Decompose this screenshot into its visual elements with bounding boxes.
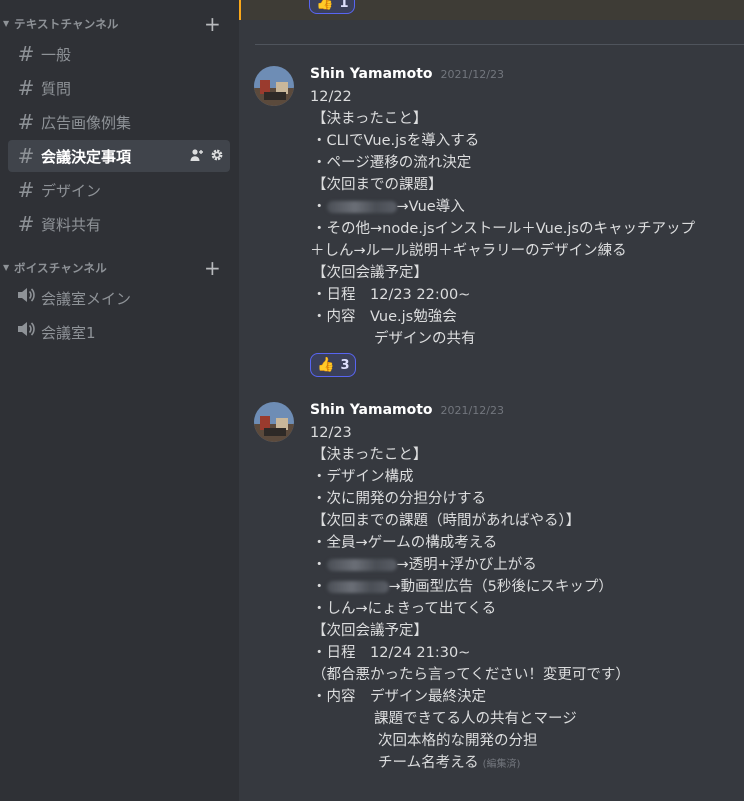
chevron-down-icon: ▼	[3, 263, 10, 272]
message-line: 【決まったこと】	[312, 111, 428, 127]
reaction-thumbs-up[interactable]: 👍 1	[309, 0, 356, 14]
message-line: 12/23	[310, 425, 352, 441]
message-line: ・しん→にょきって出てくる	[312, 601, 497, 617]
avatar[interactable]	[254, 66, 294, 106]
message-line: ・ →動画型広告（5秒後にスキップ）	[312, 579, 613, 595]
invite-member-icon[interactable]	[190, 148, 204, 162]
message-line: デザインの共有	[374, 331, 476, 347]
add-text-channel-icon[interactable]: +	[204, 14, 221, 34]
hash-icon: #	[17, 212, 35, 236]
message-header: Shin Yamamoto 2021/12/23	[310, 66, 504, 86]
message-line: ・次に開発の分担分けする	[312, 491, 486, 507]
message-line: ・全員→ゲームの構成考える	[312, 535, 498, 551]
message-line: ・デザイン構成	[312, 469, 414, 485]
redacted-name	[326, 559, 397, 571]
message-timestamp: 2021/12/23	[440, 404, 504, 417]
message-header: Shin Yamamoto 2021/12/23	[310, 402, 504, 422]
hash-icon: #	[17, 110, 35, 134]
message-line: 【次回までの課題（時間があればやる）】	[312, 513, 581, 529]
message-content: 12/23 【決まったこと】 ・デザイン構成 ・次に開発の分担分けする 【次回ま…	[310, 422, 740, 774]
message-line: ・内容 デザイン最終決定	[312, 689, 486, 705]
hash-icon: #	[17, 76, 35, 100]
voice-channel-main[interactable]: 会議室メイン	[8, 282, 230, 314]
edited-marker: (編集済)	[482, 759, 521, 770]
channel-item-design[interactable]: # デザイン	[8, 174, 230, 206]
author-name[interactable]: Shin Yamamoto	[310, 402, 433, 418]
author-name[interactable]: Shin Yamamoto	[310, 66, 433, 82]
channel-sidebar: ▼ テキストチャンネル + # 一般 # 質問 # 広告画像例集 # 会議決定事…	[0, 0, 239, 801]
category-voice-channels[interactable]: ▼ ボイスチャンネル +	[0, 257, 239, 279]
message-content: 12/22 【決まったこと】 ・CLIでVue.jsを導入する ・ページ遷移の流…	[310, 86, 740, 350]
thumbs-up-icon: 👍	[316, 0, 334, 11]
thumbs-up-icon: 👍	[317, 357, 335, 373]
voice-channel-room1[interactable]: 会議室1	[8, 316, 230, 348]
speaker-icon	[16, 286, 36, 304]
redacted-name	[326, 201, 397, 213]
message-line: ＋しん→ルール説明＋ギャラリーのデザイン練る	[310, 243, 627, 259]
gear-icon[interactable]	[210, 148, 224, 162]
reaction-thumbs-up[interactable]: 👍 3	[310, 353, 357, 377]
channel-item-meeting-decisions[interactable]: # 会議決定事項	[8, 140, 230, 172]
message-line: ・ →透明+浮かび上がる	[312, 557, 537, 573]
message-divider	[255, 44, 744, 45]
message-line: ・その他→node.jsインストール＋Vue.jsのキャッチアップ	[312, 221, 695, 237]
hash-icon: #	[17, 144, 35, 168]
message-line: チーム名考える (編集済)	[378, 755, 521, 771]
message-line: 【次回までの課題】	[312, 177, 443, 193]
message-line: ・日程 12/24 21:30~	[312, 645, 471, 661]
channel-item-questions[interactable]: # 質問	[8, 72, 230, 104]
message-line: 【次回会議予定】	[312, 623, 428, 639]
channel-item-ad-images[interactable]: # 広告画像例集	[8, 106, 230, 138]
channel-item-resources[interactable]: # 資料共有	[8, 208, 230, 240]
message-line: ・日程 12/23 22:00~	[312, 287, 471, 303]
add-voice-channel-icon[interactable]: +	[204, 258, 221, 278]
message-line: ・CLIでVue.jsを導入する	[312, 133, 480, 149]
message-line: ・内容 Vue.js勉強会	[312, 309, 457, 325]
speaker-icon	[16, 320, 36, 338]
message-timestamp: 2021/12/23	[440, 68, 504, 81]
message-line: ・ →Vue導入	[312, 199, 465, 215]
message-line: 【次回会議予定】	[312, 265, 428, 281]
message-line: 課題できてる人の共有とマージ	[374, 711, 577, 727]
message-line: ・ページ遷移の流れ決定	[312, 155, 472, 171]
message-line: （都合悪かったら言ってください！変更可です）	[312, 667, 630, 683]
chevron-down-icon: ▼	[3, 19, 10, 28]
message-line: 次回本格的な開発の分担	[378, 733, 538, 749]
channel-item-general[interactable]: # 一般	[8, 38, 230, 70]
message-area: 👍 1 Shin Yamamoto 2021/12/23 12/22 【決まった…	[239, 0, 744, 801]
hash-icon: #	[17, 42, 35, 66]
message-line: 12/22	[310, 89, 352, 105]
message-line: 【決まったこと】	[312, 447, 428, 463]
avatar[interactable]	[254, 402, 294, 442]
redacted-name	[326, 581, 389, 593]
hash-icon: #	[17, 178, 35, 202]
category-text-channels[interactable]: ▼ テキストチャンネル +	[0, 13, 239, 35]
